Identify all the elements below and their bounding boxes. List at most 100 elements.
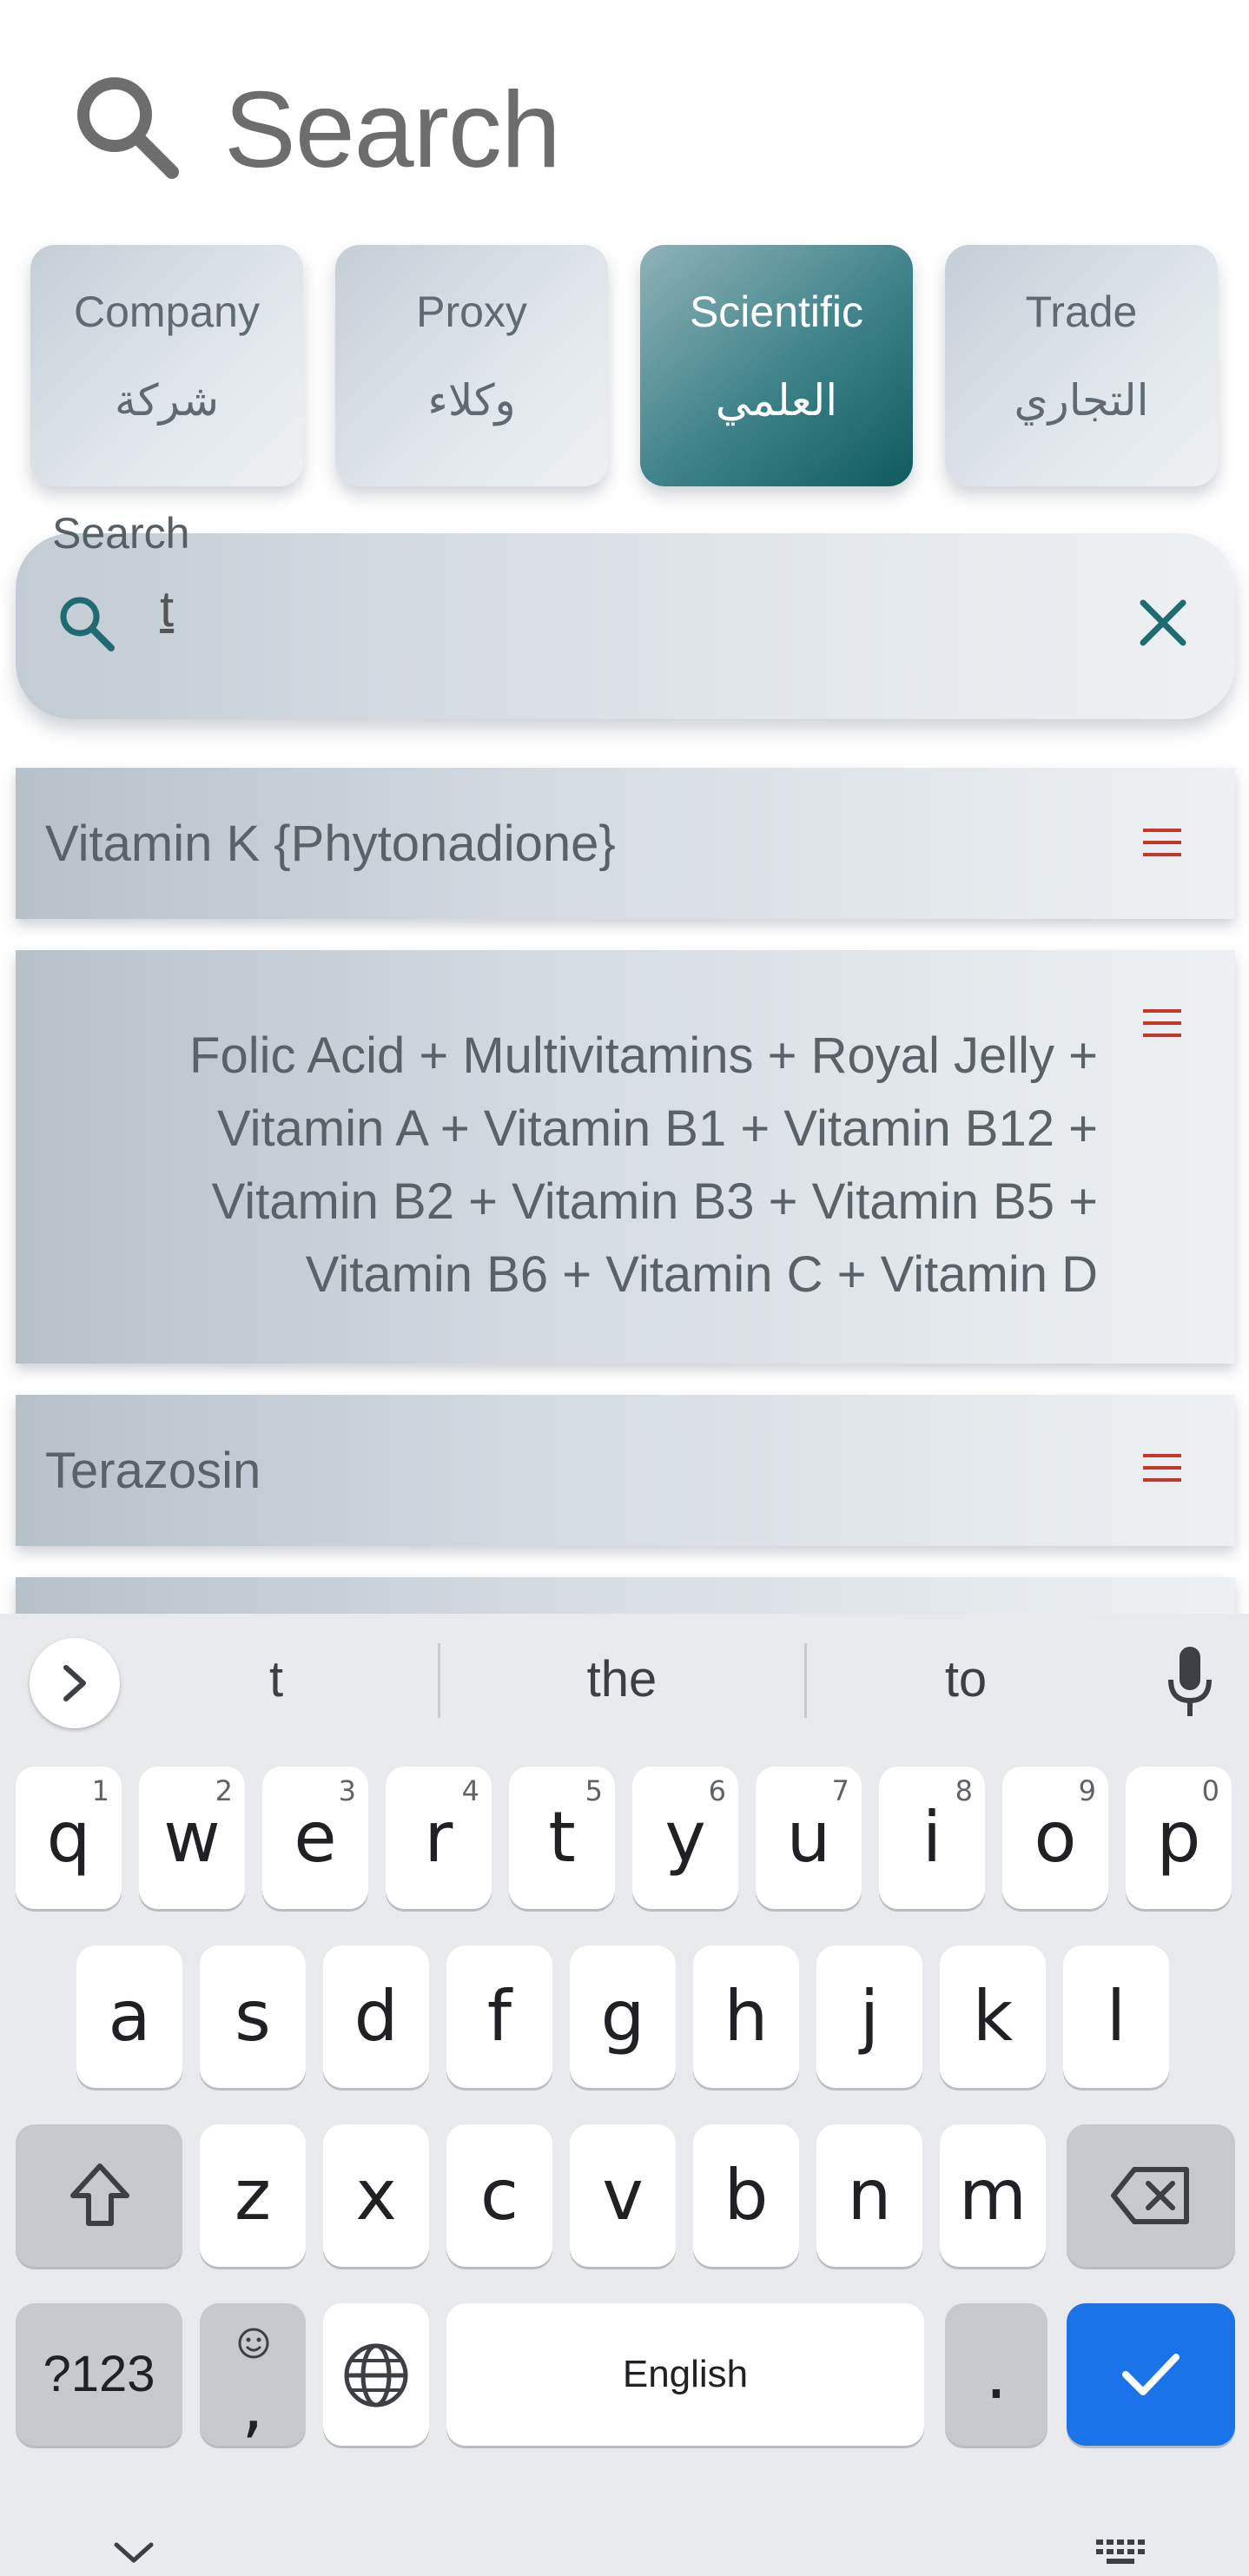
key-j[interactable]: j: [816, 1945, 922, 2088]
key-r[interactable]: r4: [386, 1767, 492, 1909]
key-t[interactable]: t5: [509, 1767, 615, 1909]
key-l[interactable]: l: [1063, 1945, 1169, 2088]
key-label: e: [294, 1797, 337, 1878]
keyboard-switch-icon[interactable]: [1094, 2538, 1148, 2567]
result-title: Vitamin K {Phytonadione}: [45, 816, 616, 872]
tab-scientific-label-ar: العلمي: [715, 375, 838, 426]
key-v[interactable]: v: [570, 2124, 676, 2267]
suggestion-divider: [804, 1643, 807, 1718]
shift-icon: [70, 2163, 129, 2226]
key-label: w: [163, 1797, 221, 1878]
result-item[interactable]: Folic Acid + Multivitamins + Royal Jelly…: [16, 950, 1235, 1364]
key-h[interactable]: h: [693, 1945, 799, 2088]
result-item[interactable]: Vitamin K {Phytonadione}: [16, 768, 1235, 919]
enter-key[interactable]: [1067, 2303, 1235, 2446]
key-w[interactable]: w2: [139, 1767, 245, 1909]
menu-icon[interactable]: [1143, 1454, 1181, 1482]
key-k[interactable]: k: [940, 1945, 1046, 2088]
key-hint: 5: [585, 1774, 603, 1807]
suggestion-divider: [438, 1643, 440, 1718]
search-icon: [60, 597, 115, 651]
suggestion[interactable]: the: [537, 1650, 707, 1708]
tab-trade-label-ar: التجاري: [1014, 375, 1149, 426]
close-icon[interactable]: [1134, 594, 1192, 651]
key-label: y: [664, 1797, 706, 1878]
key-hint: 3: [338, 1774, 356, 1807]
symbols-key[interactable]: ?123: [16, 2303, 182, 2446]
checkmark-icon: [1122, 2354, 1180, 2395]
space-key[interactable]: English: [446, 2303, 924, 2446]
key-s[interactable]: s: [200, 1945, 306, 2088]
result-title: Folic Acid + Multivitamins + Royal Jelly…: [189, 1020, 1098, 1311]
menu-icon[interactable]: [1143, 1009, 1181, 1037]
key-n[interactable]: n: [816, 2124, 922, 2267]
key-q[interactable]: q1: [16, 1767, 122, 1909]
result-title-line: Vitamin B2 + Vitamin B3 + Vitamin B5 +: [211, 1173, 1098, 1230]
page-title: Search: [224, 70, 561, 190]
key-hint: 9: [1078, 1774, 1096, 1807]
search-input-value[interactable]: t: [160, 580, 174, 638]
key-z[interactable]: z: [200, 2124, 306, 2267]
tab-trade[interactable]: Trade التجاري: [945, 245, 1218, 486]
emoji-comma-key[interactable]: ,: [200, 2303, 306, 2446]
key-hint: 7: [831, 1774, 849, 1807]
key-y[interactable]: y6: [632, 1767, 738, 1909]
suggestion[interactable]: to: [905, 1650, 1027, 1708]
backspace-key[interactable]: [1067, 2124, 1235, 2267]
expand-toolbar-button[interactable]: [30, 1638, 120, 1728]
hide-keyboard-icon[interactable]: [109, 2538, 158, 2567]
key-m[interactable]: m: [940, 2124, 1046, 2267]
result-item[interactable]: Terazosin: [16, 1395, 1235, 1546]
key-b[interactable]: b: [693, 2124, 799, 2267]
chevron-right-icon: [63, 1665, 86, 1701]
key-d[interactable]: d: [323, 1945, 429, 2088]
key-hint: 6: [708, 1774, 726, 1807]
key-i[interactable]: i8: [879, 1767, 985, 1909]
key-label: u: [786, 1797, 831, 1878]
key-p[interactable]: p0: [1126, 1767, 1232, 1909]
key-label: o: [1034, 1797, 1077, 1878]
period-key[interactable]: .: [945, 2303, 1047, 2446]
key-hint: 0: [1201, 1774, 1219, 1807]
language-key[interactable]: [323, 2303, 429, 2446]
menu-icon[interactable]: [1143, 829, 1181, 856]
search-field-label: Search: [52, 509, 190, 558]
result-title-line: Folic Acid + Multivitamins + Royal Jelly…: [189, 1027, 1098, 1084]
key-u[interactable]: u7: [756, 1767, 862, 1909]
result-title: Terazosin: [45, 1443, 261, 1499]
globe-icon: [344, 2343, 408, 2408]
tab-scientific[interactable]: Scientific العلمي: [640, 245, 913, 486]
backspace-icon: [1111, 2167, 1189, 2224]
shift-key[interactable]: [16, 2124, 182, 2267]
key-x[interactable]: x: [323, 2124, 429, 2267]
key-hint: 2: [215, 1774, 233, 1807]
search-input[interactable]: [16, 533, 1235, 719]
key-label: q: [46, 1797, 91, 1878]
result-title-line: Vitamin B6 + Vitamin C + Vitamin D: [305, 1246, 1098, 1303]
key-c[interactable]: c: [446, 2124, 552, 2267]
tab-scientific-label: Scientific: [689, 287, 864, 336]
tab-proxy-label-ar: وكلاء: [427, 375, 516, 426]
tab-company-label-ar: شركة: [114, 375, 220, 426]
search-header-icon: [77, 77, 179, 179]
suggestion[interactable]: t: [215, 1650, 337, 1708]
tab-company-label: Company: [74, 287, 260, 336]
key-label: t: [548, 1797, 576, 1878]
key-g[interactable]: g: [570, 1945, 676, 2088]
key-label: p: [1156, 1797, 1201, 1878]
key-o[interactable]: o9: [1002, 1767, 1108, 1909]
key-f[interactable]: f: [446, 1945, 552, 2088]
key-hint: 4: [461, 1774, 479, 1807]
comma-label: ,: [241, 2365, 264, 2446]
key-e[interactable]: e3: [262, 1767, 368, 1909]
tab-company[interactable]: Company شركة: [30, 245, 303, 486]
result-title-line: Vitamin A + Vitamin B1 + Vitamin B12 +: [216, 1100, 1098, 1157]
key-label: i: [922, 1797, 942, 1878]
key-a[interactable]: a: [76, 1945, 182, 2088]
key-hint: 8: [955, 1774, 973, 1807]
tab-proxy[interactable]: Proxy وكلاء: [335, 245, 608, 486]
tab-trade-label: Trade: [1025, 287, 1138, 336]
key-label: r: [424, 1797, 453, 1878]
tab-proxy-label: Proxy: [416, 287, 527, 336]
microphone-icon[interactable]: [1164, 1645, 1216, 1718]
